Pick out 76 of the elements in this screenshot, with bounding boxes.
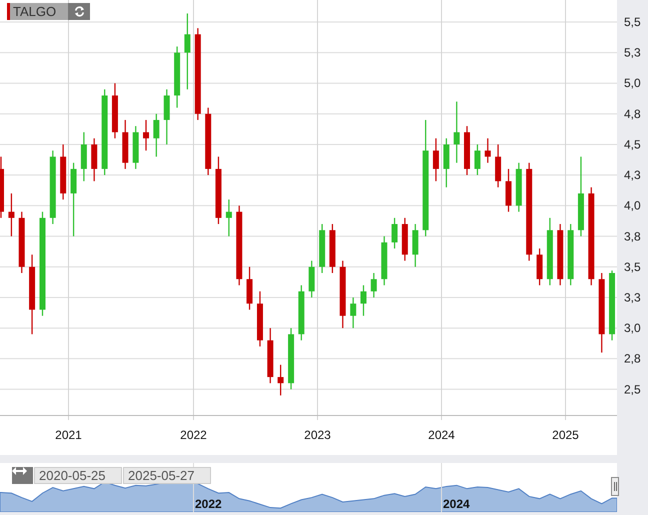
candle [506, 168, 512, 212]
candle [329, 224, 336, 273]
candle [205, 108, 212, 176]
candle [484, 138, 491, 163]
double-arrow-icon [12, 467, 27, 475]
candle [288, 328, 294, 390]
x-tick-label: 2022 [180, 428, 207, 442]
candle [153, 114, 160, 157]
candle [174, 46, 180, 108]
candle [609, 270, 616, 340]
refresh-button[interactable] [68, 3, 90, 20]
x-tick-label: 2023 [304, 428, 331, 442]
candle [443, 138, 450, 188]
y-tick-label: 3,8 [624, 229, 641, 244]
candle [546, 218, 553, 286]
candle [267, 328, 274, 384]
candle [495, 144, 502, 188]
y-tick-label: 4,5 [624, 137, 641, 152]
candle [432, 138, 439, 182]
candle [536, 248, 543, 286]
symbol-label: TALGO [10, 3, 68, 20]
symbol-marker [7, 3, 10, 20]
y-tick-label: 3,0 [624, 321, 641, 336]
y-tick-label: 2,8 [624, 352, 641, 366]
y-tick-label: 3,5 [624, 260, 641, 274]
navigator-tick-label: 2024 [443, 497, 470, 511]
x-tick-label: 2024 [428, 428, 455, 442]
candle [557, 224, 564, 286]
candle [143, 120, 150, 151]
y-tick-label: 2,5 [624, 382, 641, 396]
candle [464, 126, 470, 176]
candle [122, 120, 128, 169]
candle [360, 285, 366, 316]
candle [164, 89, 170, 144]
candle [132, 126, 139, 169]
candle [246, 266, 253, 310]
candle [516, 162, 522, 212]
y-tick-label: 4,3 [624, 168, 641, 182]
candle [340, 260, 346, 328]
candle [60, 144, 66, 200]
candle [454, 102, 460, 163]
refresh-icon [74, 6, 84, 17]
end-date-field[interactable]: 2025-05-27 [123, 467, 211, 484]
y-tick-label: 4,8 [624, 106, 641, 121]
y-tick-label: 4,0 [624, 198, 641, 213]
candle [370, 273, 377, 298]
candle [256, 291, 263, 346]
start-date-field[interactable]: 2020-05-25 [34, 467, 122, 484]
navigator-tick-label: 2022 [195, 497, 222, 511]
candle [226, 200, 232, 236]
candle [91, 138, 98, 182]
candle [319, 224, 326, 273]
candle [350, 297, 356, 328]
expand-button[interactable] [12, 467, 33, 484]
candle [278, 364, 284, 396]
candle [568, 224, 574, 286]
candle [18, 212, 25, 273]
candle [392, 218, 398, 248]
candle [80, 132, 87, 182]
candle [474, 144, 480, 176]
y-tick-label: 5,0 [624, 76, 641, 90]
candle [0, 156, 4, 218]
candle [381, 236, 388, 286]
candle [112, 83, 118, 138]
range-handle[interactable] [611, 477, 619, 496]
x-tick-label: 2025 [552, 428, 579, 442]
candle [402, 218, 408, 261]
candle [298, 285, 304, 340]
y-tick-label: 5,5 [624, 15, 641, 30]
y-tick-label: 3,3 [624, 290, 641, 304]
candle [308, 260, 315, 298]
candle [412, 224, 418, 267]
y-tick-label: 5,3 [624, 46, 641, 60]
x-tick-label: 2021 [55, 428, 82, 442]
candle [8, 193, 14, 236]
candle [215, 156, 222, 224]
